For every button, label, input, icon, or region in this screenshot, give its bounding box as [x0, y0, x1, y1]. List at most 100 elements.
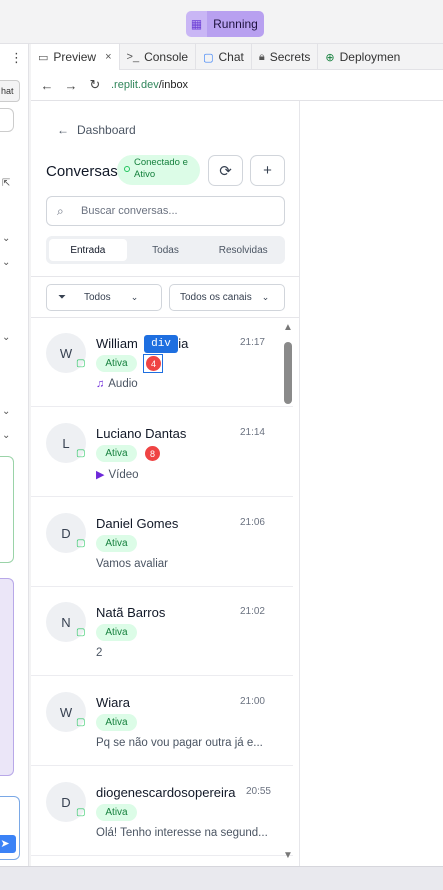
left-panel-chat-button[interactable]: hat	[0, 80, 20, 102]
channel-filter-value: Todos os canais	[180, 292, 252, 303]
left-panel: ⋮ hat ⇱ ⌄ ⌄ ⌄ ⌄ ⌄ ➤	[0, 44, 29, 880]
message-preview: Olá! Tenho interesse na segund...	[96, 827, 271, 839]
conversation-row[interactable]: W ▢ William ria 21:17 Ativa 4 ♫ Áudio div	[31, 318, 293, 407]
back-arrow-icon[interactable]: ←	[39, 78, 55, 93]
contact-name-start: William	[96, 336, 138, 351]
contact-name: Wiara	[96, 695, 130, 710]
status-filter-value: Todos	[84, 292, 111, 303]
message-preview-text: Vamos avaliar	[96, 558, 169, 570]
tab-label: Deploymen	[339, 50, 401, 64]
music-note-icon: ♫	[96, 378, 105, 390]
app-preview: ← Dashboard Conversas Conectado e Ativo …	[31, 101, 443, 866]
chevron-down-icon[interactable]: ⌄	[2, 430, 10, 441]
os-taskbar	[0, 866, 443, 890]
message-preview: ♫ Áudio	[96, 378, 271, 390]
conversation-detail-pane	[300, 101, 443, 866]
left-panel-card	[0, 456, 14, 563]
conversation-list: W ▢ William ria 21:17 Ativa 4 ♫ Áudio div…	[31, 318, 299, 866]
chevron-down-icon[interactable]: ⌄	[2, 332, 10, 343]
tab-chat[interactable]: ▢ Chat	[196, 44, 252, 70]
left-panel-message	[0, 578, 14, 776]
url-path: /inbox	[158, 79, 189, 91]
conversation-time: 20:55	[245, 786, 271, 797]
refresh-button[interactable]: ⟳	[208, 155, 243, 186]
conversation-row[interactable]: L ▢ Luciano Dantas 21:14 Ativa 8 ▶ Vídeo	[31, 408, 293, 497]
more-options-icon[interactable]: ⋮	[10, 50, 23, 66]
chevron-down-icon[interactable]: ⌄	[2, 406, 10, 417]
chat-channel-icon: ▢	[76, 627, 86, 638]
new-conversation-button[interactable]: +	[250, 155, 285, 186]
chat-channel-icon: ▢	[76, 717, 86, 728]
close-icon[interactable]: ×	[105, 51, 111, 63]
segment-resolvidas[interactable]: Resolvidas	[204, 239, 282, 261]
conversation-list-scrollbar[interactable]: ▲ ▼	[282, 318, 294, 866]
left-panel-input[interactable]	[0, 108, 14, 132]
status-badge: Ativa	[96, 714, 137, 731]
scroll-up-arrow-icon[interactable]: ▲	[283, 322, 293, 333]
status-filter-select[interactable]: ⏷ Todos ⌄	[46, 284, 162, 311]
conversation-time: 21:14	[239, 427, 265, 438]
divider	[31, 276, 299, 277]
chat-channel-icon: ▢	[76, 448, 86, 459]
send-icon[interactable]: ➤	[0, 835, 16, 853]
conversations-sidebar: ← Dashboard Conversas Conectado e Ativo …	[31, 101, 300, 866]
conversation-row[interactable]: D ▢ diogenescardosopereira 20:55 Ativa O…	[31, 767, 293, 856]
refresh-icon: ⟳	[219, 162, 232, 180]
search-icon: ⌕	[57, 203, 64, 218]
conversation-row[interactable]: D ▢ Daniel Gomes 21:06 Ativa Vamos avali…	[31, 498, 293, 587]
reload-icon[interactable]: ↻	[87, 77, 103, 93]
workspace-topbar: ▦ Running	[0, 0, 443, 44]
run-status-button[interactable]: ▦ Running	[186, 11, 264, 37]
tab-console[interactable]: >_ Console	[120, 44, 197, 70]
message-preview-text: Áudio	[108, 378, 138, 390]
message-preview-text: 2	[96, 647, 103, 659]
address-bar: ← → ↻ .replit.dev/inbox	[31, 70, 443, 101]
chevron-down-icon: ⌄	[130, 292, 139, 302]
tab-secrets[interactable]: 🔒︎ Secrets	[252, 44, 319, 70]
message-preview: 2	[96, 647, 271, 659]
page-title: Conversas	[46, 163, 118, 180]
conversation-time: 21:00	[239, 696, 265, 707]
chat-channel-icon: ▢	[76, 807, 86, 818]
url-field[interactable]: .replit.dev/inbox	[111, 79, 188, 91]
status-badge: Ativa	[96, 535, 137, 552]
chat-channel-icon: ▢	[76, 538, 86, 549]
tab-label: Preview	[53, 50, 97, 64]
terminal-icon: >_	[126, 51, 140, 63]
connection-status-text: Conectado e Ativo	[134, 157, 188, 180]
segment-entrada[interactable]: Entrada	[49, 239, 127, 261]
chevron-down-icon[interactable]: ⌄	[2, 233, 10, 244]
contact-name: Daniel Gomes	[96, 516, 179, 531]
status-badge: Ativa	[96, 355, 137, 372]
status-badge: Ativa	[96, 804, 137, 821]
segment-todas[interactable]: Todas	[127, 239, 205, 261]
filter-funnel-icon: ⏷	[58, 292, 66, 303]
conversation-time: 21:02	[239, 606, 265, 617]
scrollbar-thumb[interactable]	[284, 342, 292, 404]
chevron-down-icon: ⌄	[261, 292, 270, 302]
inbox-segments: Entrada Todas Resolvidas	[46, 236, 285, 264]
tab-deployments[interactable]: ⊕ Deploymen	[318, 44, 407, 70]
tab-label: Console	[144, 50, 189, 64]
message-preview: Pq se não vou pagar outra já e...	[96, 737, 271, 749]
url-domain: .replit.dev	[111, 79, 159, 91]
channel-filter-select[interactable]: Todos os canais ⌄	[169, 284, 285, 311]
conversation-row[interactable]: N ▢ Natã Barros 21:02 Ativa 2	[31, 587, 293, 676]
message-preview-text: Vídeo	[108, 468, 139, 481]
plus-icon: +	[263, 162, 272, 179]
external-link-icon[interactable]: ⇱	[2, 178, 10, 189]
search-input[interactable]	[81, 205, 271, 217]
message-preview-text: Pq se não vou pagar outra já e...	[96, 737, 263, 749]
conversation-time: 21:06	[239, 517, 265, 528]
chevron-down-icon[interactable]: ⌄	[2, 257, 10, 268]
back-to-dashboard-link[interactable]: ← Dashboard	[57, 123, 136, 137]
inspector-highlight	[143, 354, 163, 373]
workspace-tabs: ▭ Preview × >_ Console ▢ Chat 🔒︎ Secrets…	[31, 44, 443, 70]
forward-arrow-icon[interactable]: →	[63, 78, 79, 93]
tab-preview[interactable]: ▭ Preview ×	[31, 44, 120, 70]
search-box: ⌕	[46, 196, 285, 226]
scroll-down-arrow-icon[interactable]: ▼	[283, 850, 293, 861]
back-label: Dashboard	[77, 123, 136, 137]
status-badge: Ativa	[96, 624, 137, 641]
conversation-row[interactable]: W ▢ Wiara 21:00 Ativa Pq se não vou paga…	[31, 677, 293, 766]
